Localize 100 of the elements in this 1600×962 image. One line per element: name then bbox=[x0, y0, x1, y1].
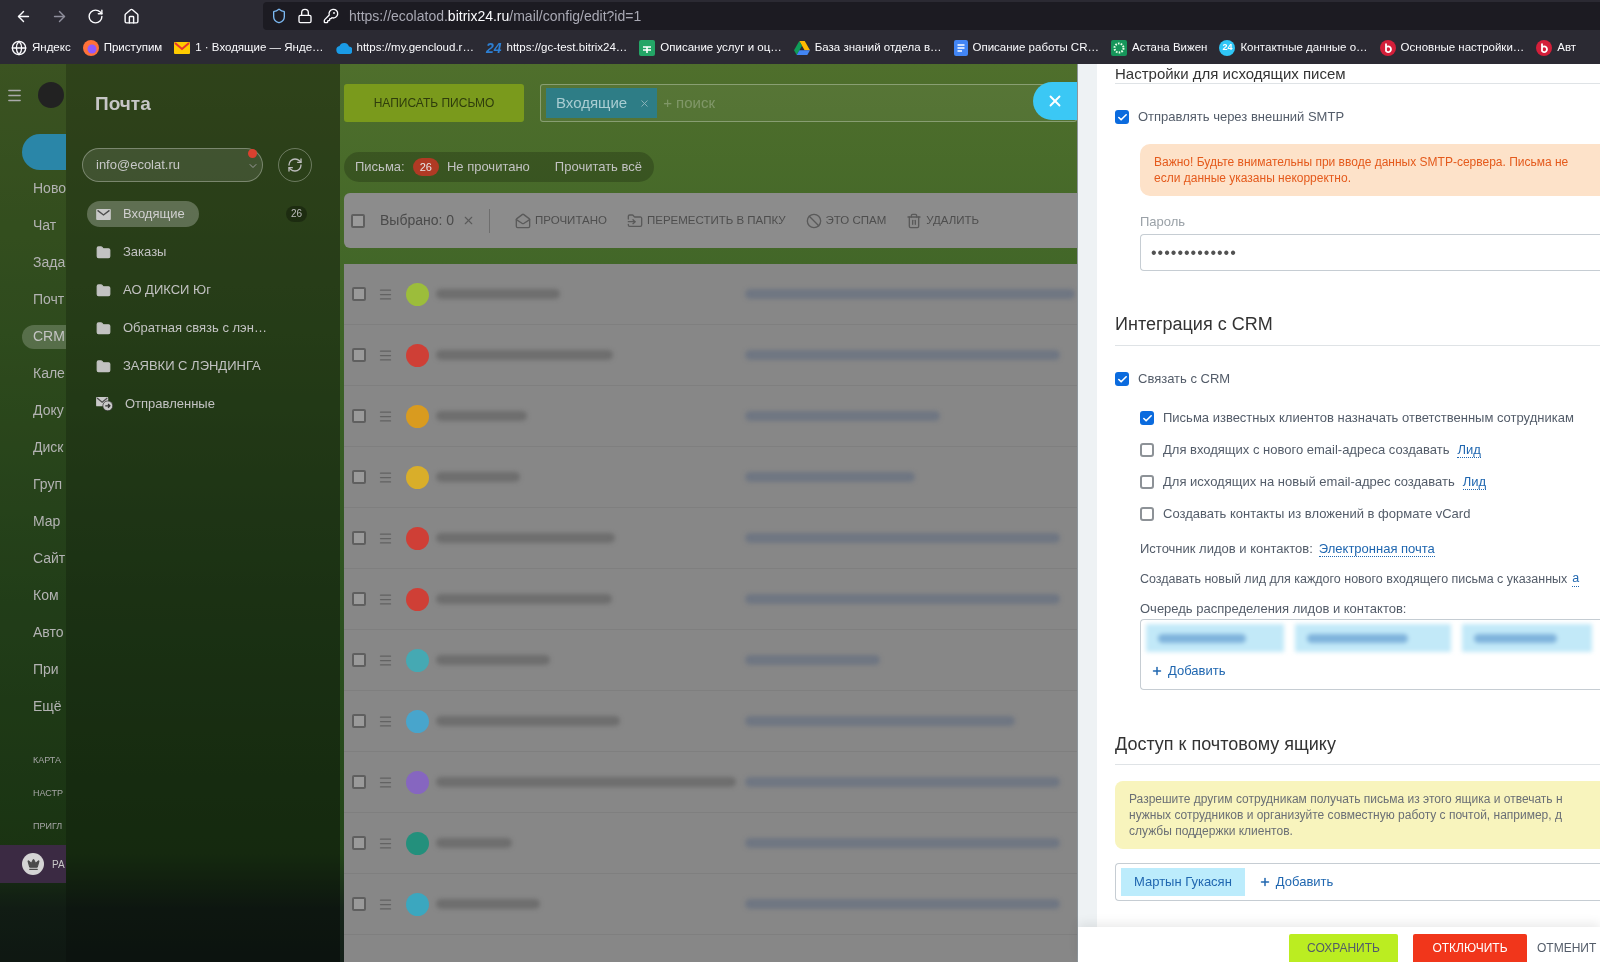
close-button[interactable] bbox=[1033, 82, 1077, 120]
checkbox[interactable] bbox=[1140, 443, 1154, 457]
bookmark[interactable]: Яндекс bbox=[11, 36, 71, 60]
menu-item[interactable]: Ново bbox=[22, 176, 66, 201]
bookmark[interactable]: Приступим bbox=[82, 36, 163, 60]
menu-link[interactable]: НАСТР bbox=[33, 786, 63, 801]
bookmark[interactable]: База знаний отдела в… bbox=[793, 36, 942, 60]
drag-handle-icon[interactable] bbox=[378, 591, 393, 607]
field-label: Пароль bbox=[1140, 214, 1186, 230]
checkbox[interactable] bbox=[352, 592, 366, 606]
menu-item[interactable]: Авто bbox=[22, 620, 66, 645]
drag-handle-icon[interactable] bbox=[378, 774, 393, 790]
menu-item[interactable]: Диск bbox=[22, 435, 66, 460]
checkbox[interactable] bbox=[352, 470, 366, 484]
menu-item[interactable]: CRM bbox=[22, 324, 66, 349]
menu-item[interactable]: Зада bbox=[22, 250, 66, 275]
address-bar[interactable]: https://ecolatod.bitrix24.ru/mail/config/edit?id=1 bbox=[263, 2, 1600, 30]
member-tag[interactable]: Мартын Гукасян bbox=[1121, 868, 1245, 896]
bookmark[interactable]: Описание работы CR… bbox=[953, 36, 1099, 60]
menu-item[interactable]: Почт bbox=[22, 287, 66, 312]
checkbox[interactable] bbox=[352, 409, 366, 423]
option-label: Связать с CRM bbox=[1138, 370, 1231, 389]
add-link[interactable]: Добавить bbox=[1151, 661, 1226, 681]
envelope-icon bbox=[96, 208, 111, 220]
checkbox[interactable] bbox=[352, 531, 366, 545]
address-link[interactable]: а bbox=[1572, 571, 1580, 587]
folder-item[interactable]: ЗАЯВКИ С ЛЭНДИНГА bbox=[87, 353, 275, 379]
disconnect-button[interactable]: ОТКЛЮЧИТЬ bbox=[1413, 934, 1527, 962]
bookmark[interactable]: 24 https://gc-test.bitrix24… bbox=[485, 36, 628, 60]
add-link[interactable]: Добавить bbox=[1258, 872, 1334, 892]
access-members-field[interactable]: Мартын Гукасян Добавить bbox=[1115, 863, 1600, 901]
menu-link[interactable]: КАРТА bbox=[33, 753, 62, 768]
checkbox[interactable] bbox=[352, 348, 366, 362]
mailbox-select[interactable]: info@ecolat.ru bbox=[82, 148, 263, 182]
menu-item[interactable]: Чат bbox=[22, 213, 66, 238]
plan-banner[interactable]: РА bbox=[0, 845, 66, 883]
checkbox[interactable] bbox=[1140, 411, 1154, 425]
cloud-icon bbox=[335, 42, 352, 54]
unread-count-badge: 26 bbox=[412, 158, 439, 176]
checkbox[interactable] bbox=[1115, 372, 1129, 386]
key-icon[interactable] bbox=[323, 8, 339, 24]
bookmark[interactable]: Описание услуг и оц… bbox=[639, 36, 782, 60]
menu-item[interactable]: Кале bbox=[22, 361, 66, 386]
menu-item[interactable]: Груп bbox=[22, 472, 66, 497]
folder-item[interactable]: АО ДИКСИ Юг bbox=[87, 277, 225, 303]
checkbox[interactable] bbox=[352, 775, 366, 789]
folder-item[interactable]: Отправленные bbox=[87, 391, 229, 417]
folder-item[interactable]: Заказы bbox=[87, 239, 181, 265]
folder-item[interactable]: Обратная связь с лэн… bbox=[87, 315, 281, 341]
drag-handle-icon[interactable] bbox=[378, 347, 393, 363]
drag-handle-icon[interactable] bbox=[378, 713, 393, 729]
bookmark[interactable]: 1 · Входящие — Янде… bbox=[174, 36, 324, 60]
checkbox[interactable] bbox=[352, 897, 366, 911]
compose-button[interactable]: НАПИСАТЬ ПИСЬМО bbox=[344, 84, 524, 122]
checkbox[interactable] bbox=[352, 653, 366, 667]
pill-button[interactable] bbox=[22, 134, 66, 170]
logo-icon[interactable] bbox=[38, 82, 64, 108]
cancel-button[interactable]: ОТМЕНИТ bbox=[1537, 934, 1597, 962]
drag-handle-icon[interactable] bbox=[378, 469, 393, 485]
drag-handle-icon[interactable] bbox=[378, 652, 393, 668]
menu-item[interactable]: Ком bbox=[22, 583, 66, 608]
number-logo-icon: 24 bbox=[485, 40, 502, 56]
shield-icon[interactable] bbox=[271, 8, 287, 24]
drag-handle-icon[interactable] bbox=[378, 835, 393, 851]
checkbox[interactable] bbox=[1140, 475, 1154, 489]
check-icon bbox=[1116, 373, 1128, 385]
menu-item[interactable]: Ещё bbox=[22, 694, 66, 719]
password-field[interactable]: ••••••••••••• bbox=[1140, 234, 1600, 271]
letters-label: Письма: bbox=[355, 158, 405, 177]
drag-handle-icon[interactable] bbox=[378, 530, 393, 546]
lead-link[interactable]: Лид bbox=[1462, 474, 1487, 490]
bookmark[interactable]: Авт bbox=[1536, 36, 1577, 60]
checkbox[interactable] bbox=[351, 213, 365, 228]
circle-logo-icon bbox=[82, 40, 99, 56]
checkbox[interactable] bbox=[352, 714, 366, 728]
unread-filter-link[interactable]: Не прочитано bbox=[446, 157, 530, 177]
plus-icon bbox=[1258, 876, 1271, 888]
menu-item[interactable]: Мар bbox=[22, 509, 66, 534]
bookmark[interactable]: Астана Вижен bbox=[1111, 36, 1208, 60]
source-link[interactable]: Электронная почта bbox=[1318, 541, 1435, 557]
menu-item[interactable]: Доку bbox=[22, 398, 66, 423]
lead-link[interactable]: Лид bbox=[1457, 442, 1481, 458]
drag-handle-icon[interactable] bbox=[378, 896, 393, 912]
checkbox[interactable] bbox=[352, 287, 366, 301]
checkbox[interactable] bbox=[1140, 507, 1154, 521]
bookmark[interactable]: https://my.gencloud.r… bbox=[335, 36, 474, 60]
bookmark[interactable]: Основные настройки… bbox=[1379, 36, 1525, 60]
drag-handle-icon[interactable] bbox=[378, 408, 393, 424]
checkbox[interactable] bbox=[1115, 110, 1129, 124]
read-all-link[interactable]: Прочитать всё bbox=[554, 157, 642, 177]
drag-handle-icon[interactable] bbox=[378, 286, 393, 302]
bookmark[interactable]: 24 Контактные данные о… bbox=[1219, 36, 1368, 60]
menu-item[interactable]: При bbox=[22, 657, 66, 682]
checkbox[interactable] bbox=[352, 836, 366, 850]
folder-item[interactable]: Входящие bbox=[87, 201, 199, 227]
lock-icon[interactable] bbox=[297, 8, 313, 24]
save-button[interactable]: СОХРАНИТЬ bbox=[1289, 934, 1398, 962]
close-icon[interactable] bbox=[639, 97, 651, 109]
menu-item[interactable]: Сайт bbox=[22, 546, 66, 571]
menu-link[interactable]: ПРИГЛ bbox=[33, 819, 63, 834]
